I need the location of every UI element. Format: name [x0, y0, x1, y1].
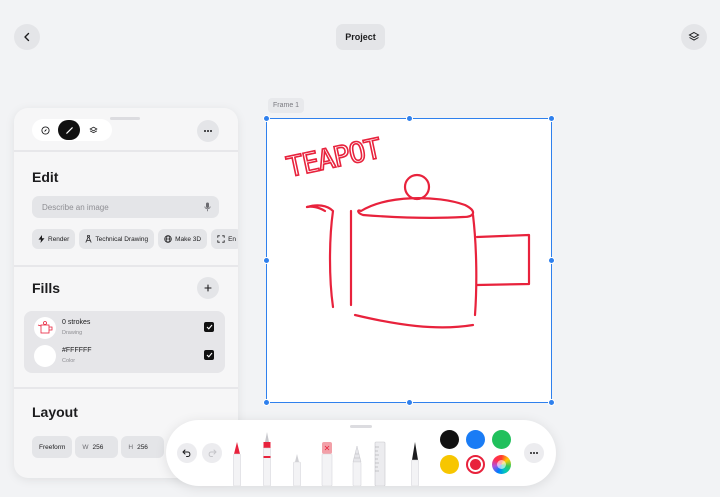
- height-label: H: [128, 443, 134, 451]
- drawing-toolbar: [166, 420, 556, 486]
- width-value: 256: [92, 443, 104, 451]
- width-field[interactable]: W 256: [75, 436, 119, 458]
- resize-handle-top-left[interactable]: [263, 115, 270, 122]
- edit-action-chips: Render Technical Drawing Make 3D En: [32, 229, 238, 249]
- chip-label: En: [228, 235, 237, 243]
- fill-visibility-checkbox[interactable]: [204, 350, 214, 360]
- color-swatch-green[interactable]: [492, 430, 511, 449]
- checkmark-icon: [206, 324, 212, 330]
- drafting-compass-icon: [85, 235, 92, 243]
- color-swatch: [34, 345, 56, 367]
- expand-icon: [217, 235, 225, 243]
- render-chip[interactable]: Render: [32, 229, 76, 249]
- edit-section-title: Edit: [32, 169, 59, 185]
- fills-list: 0 strokes Drawing #FFFFFF Color: [24, 311, 225, 373]
- divider: [14, 265, 238, 267]
- globe-icon: [164, 235, 172, 243]
- layout-controls: Freeform W 256 H 256: [32, 436, 167, 458]
- plus-icon: [204, 284, 212, 292]
- layout-section-title: Layout: [32, 404, 78, 420]
- chip-label: Render: [48, 235, 70, 243]
- resize-handle-left[interactable]: [263, 257, 270, 264]
- layers-button[interactable]: [681, 24, 707, 50]
- teapot-thumbnail-icon: [37, 321, 53, 334]
- describe-image-input[interactable]: Describe an image: [32, 196, 219, 218]
- resize-handle-top-right[interactable]: [548, 115, 555, 122]
- resize-handle-bottom-right[interactable]: [548, 399, 555, 406]
- fill-name: #FFFFFF: [62, 347, 92, 354]
- ellipsis-icon: [530, 452, 538, 454]
- bolt-icon: [38, 235, 45, 243]
- chip-label: Technical Drawing: [95, 235, 149, 243]
- drawing-thumbnail: [34, 317, 56, 339]
- make-3d-chip[interactable]: Make 3D: [158, 229, 208, 249]
- project-button[interactable]: Project: [336, 24, 385, 50]
- mode-select-button[interactable]: [34, 120, 56, 140]
- describe-image-placeholder: Describe an image: [42, 202, 109, 212]
- redo-icon: [208, 449, 217, 457]
- divider: [14, 387, 238, 389]
- fill-item-drawing[interactable]: 0 strokes Drawing: [32, 316, 218, 340]
- height-value: 256: [137, 443, 148, 451]
- fill-visibility-checkbox[interactable]: [204, 322, 214, 332]
- brush-tool-icon[interactable]: [349, 432, 365, 486]
- drawing-canvas[interactable]: TEAPOT: [266, 118, 552, 403]
- resize-handle-top[interactable]: [406, 115, 413, 122]
- marker-tool-icon[interactable]: [260, 432, 274, 486]
- back-button[interactable]: [14, 24, 40, 50]
- toolbar-more-button[interactable]: [524, 443, 544, 463]
- fineliner-tool-icon[interactable]: [290, 432, 304, 486]
- eraser-tool-icon[interactable]: [319, 432, 335, 486]
- divider: [14, 150, 238, 152]
- fills-section-title: Fills: [32, 280, 61, 296]
- undo-button[interactable]: [177, 443, 197, 463]
- teapot-drawing: TEAPOT: [283, 131, 531, 329]
- resize-handle-bottom[interactable]: [406, 399, 413, 406]
- frame-label[interactable]: Frame 1: [268, 98, 305, 113]
- mode-switcher: [32, 119, 112, 141]
- layout-mode-select[interactable]: Freeform: [32, 436, 73, 458]
- chip-label: Make 3D: [175, 235, 202, 243]
- resize-handle-bottom-left[interactable]: [263, 399, 270, 406]
- mode-draw-button[interactable]: [58, 120, 80, 140]
- fill-item-color[interactable]: #FFFFFF Color: [32, 344, 218, 368]
- color-picker-center: [497, 460, 506, 469]
- color-swatch-yellow[interactable]: [440, 455, 459, 474]
- redo-button[interactable]: [202, 443, 222, 463]
- color-swatch-black[interactable]: [440, 430, 459, 449]
- pen-icon: [65, 126, 73, 134]
- undo-icon: [182, 449, 191, 457]
- microphone-icon[interactable]: [204, 202, 211, 212]
- chevron-left-icon: [24, 32, 30, 42]
- color-picker-rainbow[interactable]: [492, 455, 511, 474]
- selected-color-dot: [470, 459, 481, 470]
- mode-layers-button[interactable]: [82, 120, 104, 140]
- height-field[interactable]: H 256: [121, 436, 165, 458]
- technical-drawing-chip[interactable]: Technical Drawing: [79, 229, 155, 249]
- layers-icon: [688, 31, 700, 41]
- add-fill-button[interactable]: [197, 277, 219, 299]
- ruler-tool-icon[interactable]: [373, 432, 387, 486]
- fill-type: Color: [62, 358, 76, 364]
- panel-grip[interactable]: [110, 117, 140, 120]
- resize-handle-right[interactable]: [548, 257, 555, 264]
- checkmark-icon: [206, 352, 212, 358]
- panel-more-button[interactable]: [197, 120, 219, 142]
- drawing-label: TEAPOT: [284, 132, 385, 184]
- color-swatch-blue[interactable]: [466, 430, 485, 449]
- width-label: W: [82, 443, 89, 451]
- color-swatch-red-selected[interactable]: [466, 455, 485, 474]
- fill-type: Drawing: [62, 330, 83, 336]
- compass-icon: [40, 125, 50, 135]
- ellipsis-icon: [204, 130, 212, 132]
- toolbar-grip[interactable]: [350, 425, 372, 428]
- pencil-tool-icon[interactable]: [230, 432, 244, 486]
- pen-tool-icon[interactable]: [408, 432, 422, 486]
- fill-name: 0 strokes: [62, 319, 91, 326]
- enhance-chip[interactable]: En: [211, 229, 238, 249]
- layers-icon: [88, 126, 98, 133]
